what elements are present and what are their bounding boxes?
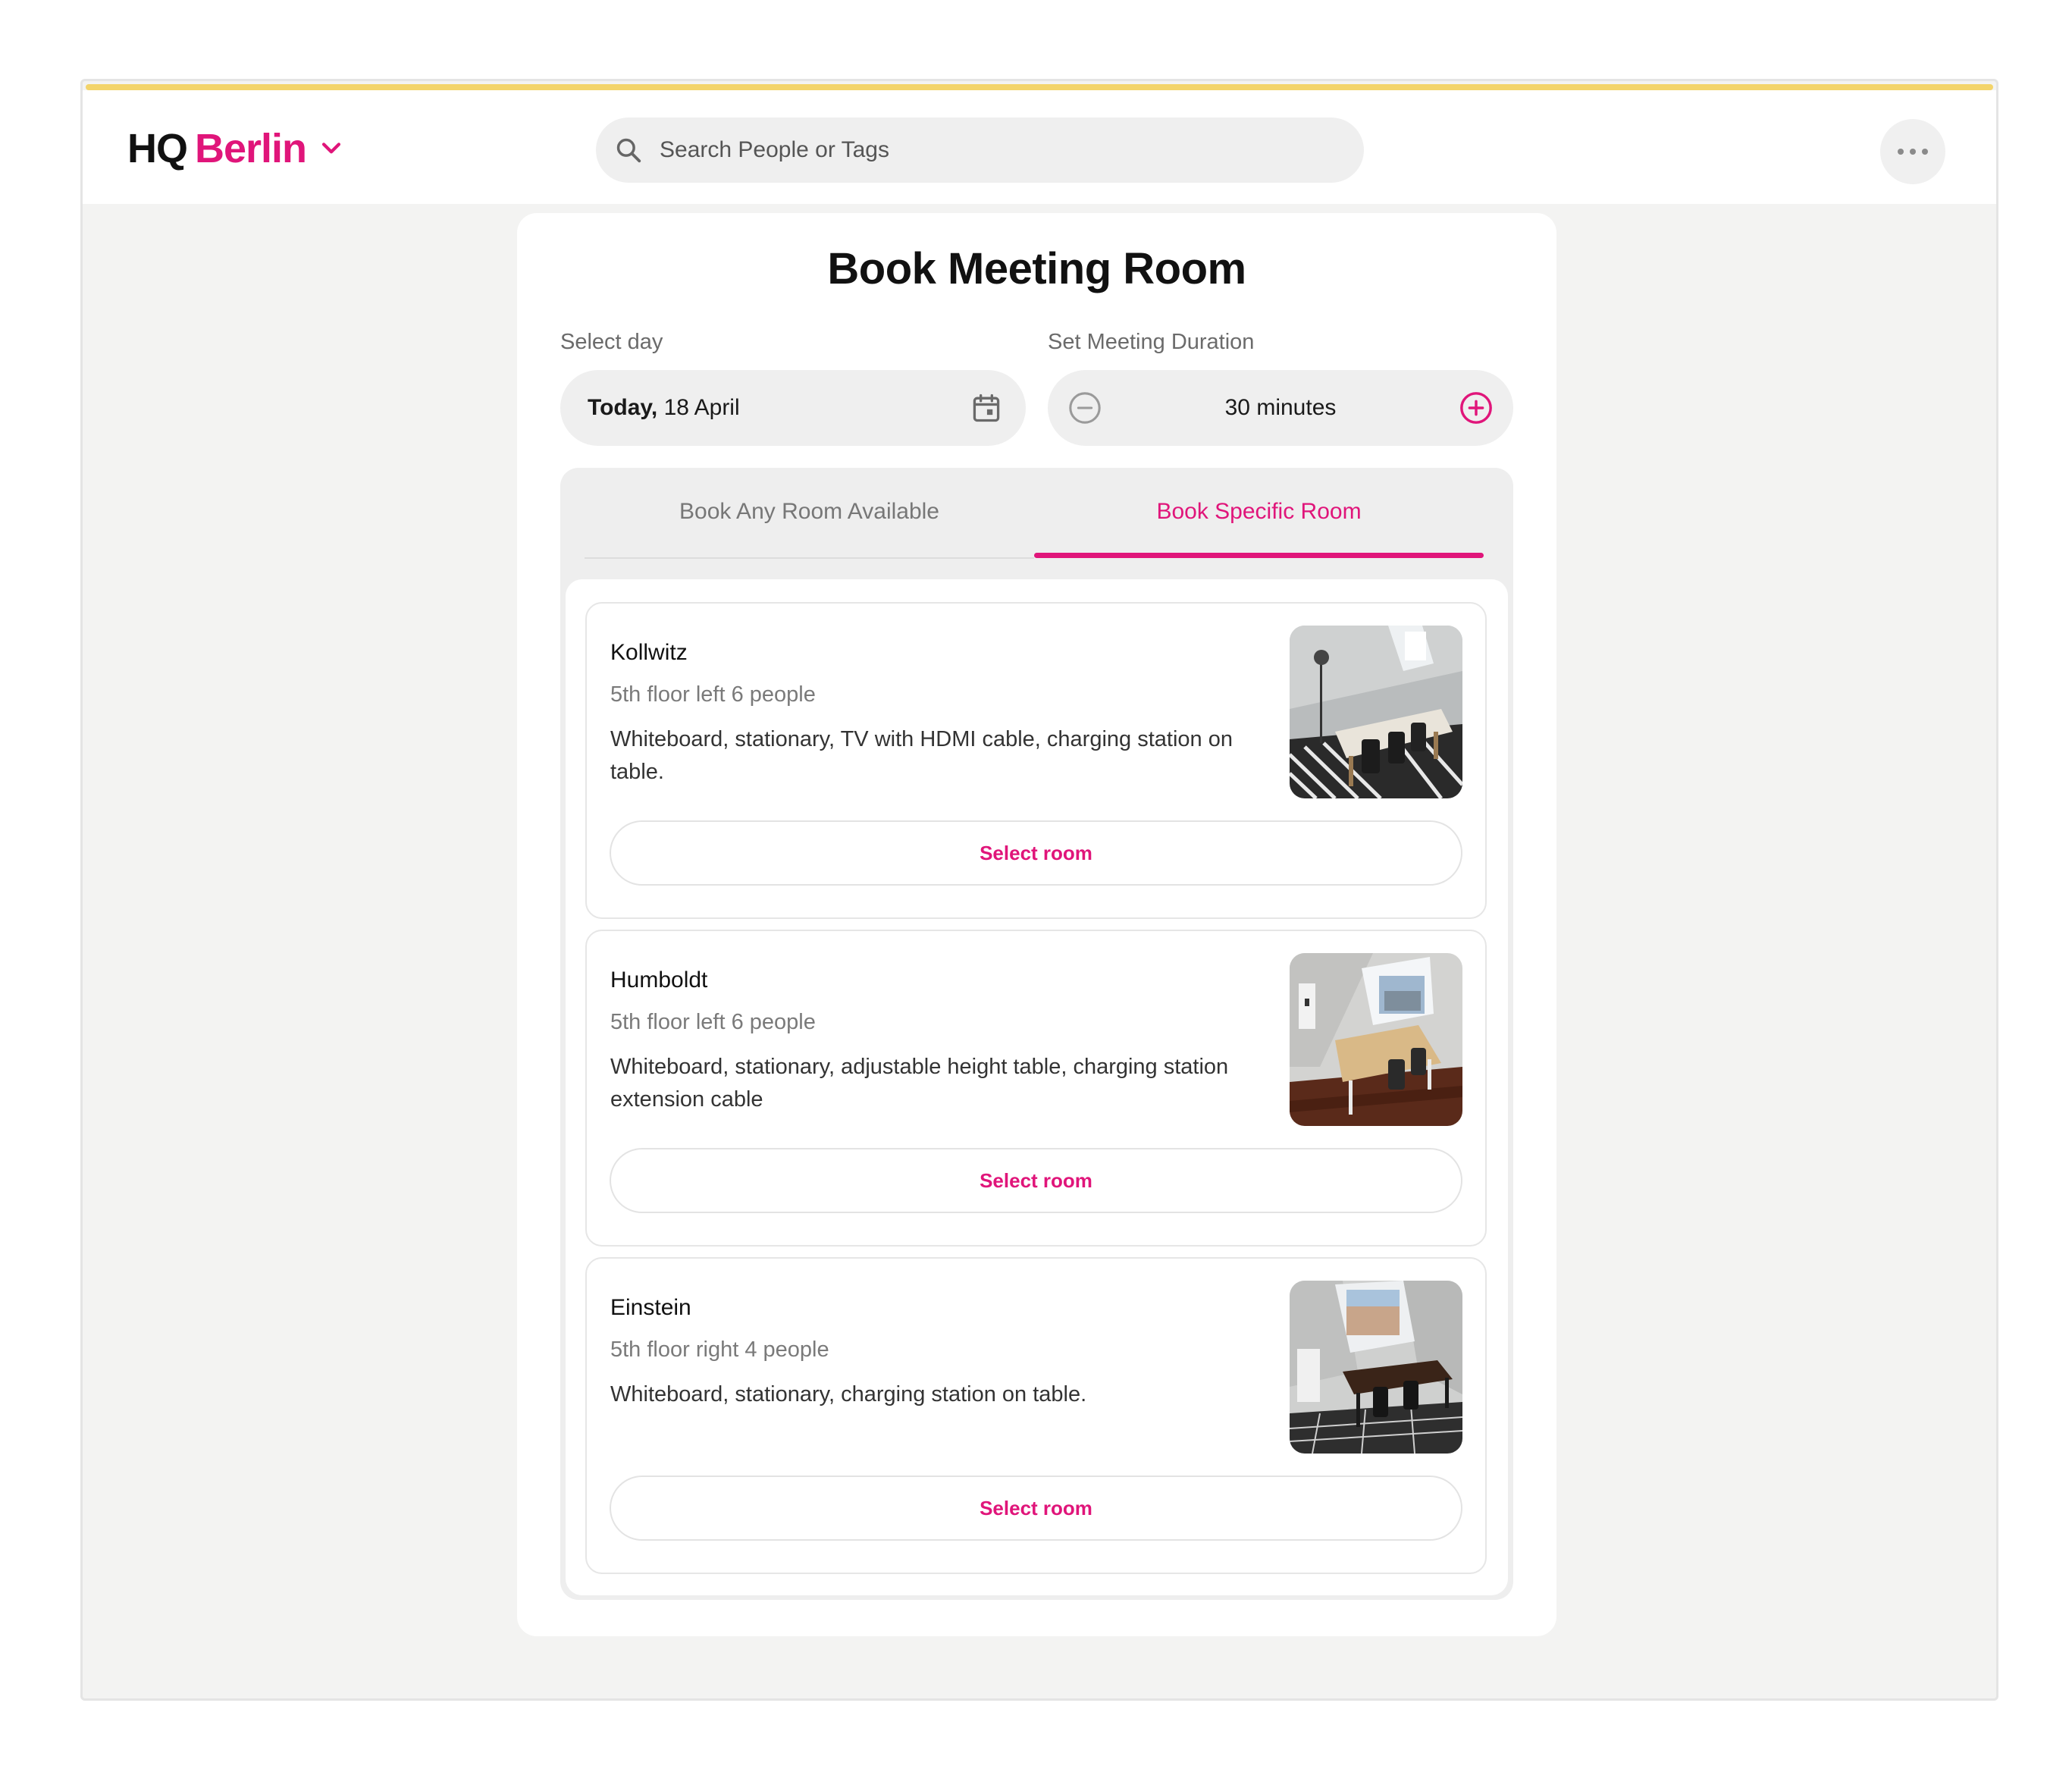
dot-icon <box>1922 149 1928 155</box>
select-room-button[interactable]: Select room <box>610 1148 1462 1213</box>
booking-tabs-panel: Book Any Room Available Book Specific Ro… <box>560 468 1513 1600</box>
room-description: Whiteboard, stationary, charging station… <box>610 1382 1087 1407</box>
select-day-label: Select day <box>560 330 663 354</box>
room-list: Kollwitz 5th floor left 6 people Whitebo… <box>566 579 1508 1595</box>
search-bar[interactable] <box>596 118 1364 183</box>
room-location: 5th floor right 4 people <box>610 1338 829 1362</box>
duration-stepper: 30 minutes <box>1048 370 1513 446</box>
more-options-button[interactable] <box>1880 119 1945 184</box>
day-prefix: Today, <box>588 395 658 420</box>
day-date: 18 April <box>657 395 740 420</box>
room-card-kollwitz: Kollwitz 5th floor left 6 people Whitebo… <box>585 602 1487 919</box>
active-tab-indicator <box>1034 553 1484 558</box>
day-value: Today, 18 April <box>588 370 740 446</box>
day-picker[interactable]: Today, 18 April <box>560 370 1026 446</box>
room-location: 5th floor left 6 people <box>610 682 816 707</box>
search-icon <box>616 138 641 163</box>
page-title: Book Meeting Room <box>827 244 1246 293</box>
duration-value: 30 minutes <box>1224 395 1337 420</box>
calendar-icon[interactable] <box>970 391 1003 425</box>
tab-book-any-room[interactable]: Book Any Room Available <box>585 468 1034 559</box>
room-description: Whiteboard, stationary, TV with HDMI cab… <box>610 727 1233 784</box>
search-input[interactable] <box>660 118 1342 183</box>
room-photo <box>1290 626 1462 798</box>
room-photo <box>1290 1281 1462 1454</box>
top-bar: HQ Berlin <box>83 90 1996 204</box>
room-card-einstein: Einstein 5th floor right 4 people Whiteb… <box>585 1257 1487 1574</box>
room-description: Whiteboard, stationary, adjustable heigh… <box>610 1055 1229 1112</box>
duration-label: Set Meeting Duration <box>1048 330 1255 354</box>
room-location: 5th floor left 6 people <box>610 1010 816 1034</box>
chevron-down-icon <box>322 143 341 154</box>
dot-icon <box>1910 149 1916 155</box>
app-window: HQ Berlin Book Meeting Room Select day S… <box>80 79 1998 1701</box>
dot-icon <box>1898 149 1904 155</box>
room-name: Kollwitz <box>610 640 688 665</box>
room-photo <box>1290 953 1462 1126</box>
plus-circle-icon[interactable] <box>1459 390 1494 425</box>
select-room-button[interactable]: Select room <box>610 820 1462 886</box>
tab-book-specific-room[interactable]: Book Specific Room <box>1034 468 1484 559</box>
brand-city: Berlin <box>195 126 307 171</box>
top-accent-bar <box>86 84 1993 90</box>
brand-hq: HQ <box>127 126 188 171</box>
room-card-humboldt: Humboldt 5th floor left 6 people Whitebo… <box>585 930 1487 1247</box>
room-name: Humboldt <box>610 967 708 993</box>
select-room-button[interactable]: Select room <box>610 1476 1462 1541</box>
booking-card: Book Meeting Room Select day Set Meeting… <box>517 213 1556 1636</box>
room-name: Einstein <box>610 1295 691 1320</box>
location-switcher[interactable]: HQ Berlin <box>127 125 344 172</box>
